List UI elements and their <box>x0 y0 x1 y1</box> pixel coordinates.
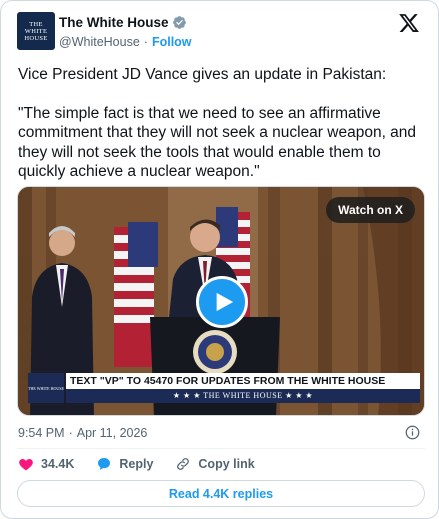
verified-badge-icon <box>172 16 186 29</box>
handle-row: @WhiteHouse · Follow <box>59 35 192 49</box>
chyron-banner: THE WHITE HOUSE TEXT "VP" TO 45470 FOR U… <box>28 373 420 403</box>
like-button[interactable]: 34.4K <box>18 456 74 472</box>
account-name-row: The White House <box>59 15 187 30</box>
post-date: Apr 11, 2026 <box>76 426 148 440</box>
read-replies-button[interactable]: Read 4.4K replies <box>17 480 425 507</box>
watch-on-x-button[interactable]: Watch on X <box>326 197 415 223</box>
play-icon <box>216 292 234 312</box>
timestamp[interactable]: 9:54 PM · Apr 11, 2026 <box>18 426 147 440</box>
avatar-line-2: WHITE <box>24 27 48 35</box>
like-count: 34.4K <box>41 457 75 471</box>
x-logo-icon[interactable] <box>398 12 420 34</box>
banner-logo: THE WHITE HOUSE <box>28 373 64 403</box>
avatar-line-3: HOUSE <box>24 34 48 42</box>
link-icon <box>177 458 190 470</box>
tweet-text: Vice President JD Vance gives an update … <box>18 65 430 201</box>
account-name[interactable]: The White House <box>59 15 169 30</box>
info-icon[interactable] <box>405 425 420 440</box>
avatar-line-1: THE <box>29 20 43 28</box>
separator: · <box>143 35 148 49</box>
account-handle[interactable]: @WhiteHouse <box>59 35 140 49</box>
copy-link-label: Copy link <box>198 457 255 471</box>
separator: · <box>68 426 73 440</box>
avatar[interactable]: THE WHITE HOUSE <box>17 12 55 50</box>
heart-icon <box>19 459 33 471</box>
reply-label: Reply <box>119 457 154 471</box>
tweet-paragraph-1: Vice President JD Vance gives an update … <box>18 66 387 83</box>
action-bar: 34.4K Reply Copy link <box>18 456 277 472</box>
divider <box>17 448 425 449</box>
tweet-paragraph-2: "The simple fact is that we need to see … <box>18 104 417 181</box>
follow-button[interactable]: Follow <box>152 35 192 49</box>
video-player[interactable]: Watch on X THE WHITE HOUSE TEXT "VP" TO … <box>17 186 425 416</box>
banner-subtext: ★ ★ ★ THE WHITE HOUSE ★ ★ ★ <box>66 389 420 403</box>
tweet-card: THE WHITE HOUSE The White House @WhiteHo… <box>0 0 439 519</box>
post-time: 9:54 PM <box>18 426 65 440</box>
play-button[interactable] <box>196 276 248 328</box>
banner-text: TEXT "VP" TO 45470 FOR UPDATES FROM THE … <box>66 373 420 389</box>
reply-button[interactable]: Reply <box>96 456 153 472</box>
copy-link-button[interactable]: Copy link <box>175 456 255 472</box>
reply-bubble-icon <box>98 458 111 470</box>
